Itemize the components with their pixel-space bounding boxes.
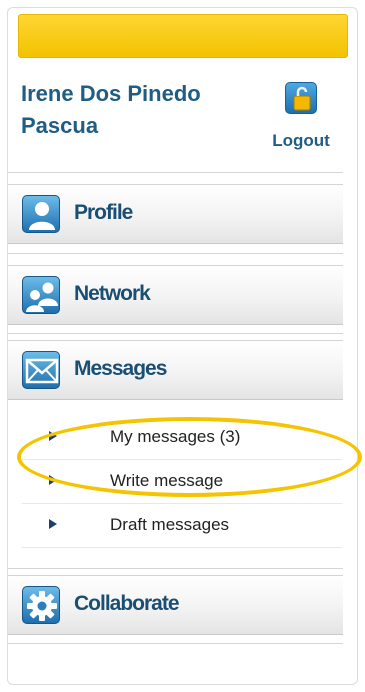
divider — [8, 172, 343, 173]
nav-item-label: Network — [74, 282, 151, 305]
arrow-right-icon — [49, 519, 57, 529]
nav-item-label: Messages — [74, 357, 167, 380]
gear-icon — [22, 586, 60, 624]
submenu-item-my-messages[interactable]: My messages (3) — [22, 418, 342, 460]
top-yellow-bar — [18, 14, 348, 58]
divider — [8, 333, 343, 334]
nav-item-label: Profile — [74, 201, 133, 224]
nav-item-messages[interactable]: Messages — [8, 340, 343, 400]
nav-item-profile[interactable]: Profile — [8, 184, 343, 244]
profile-icon — [22, 195, 60, 233]
logout-icon[interactable] — [285, 82, 317, 114]
submenu-label: Draft messages — [110, 515, 230, 534]
submenu-item-draft-messages[interactable]: Draft messages — [22, 506, 342, 548]
nav-item-collaborate[interactable]: Collaborate — [8, 575, 343, 635]
divider — [8, 568, 343, 569]
submenu-label: Write message — [110, 471, 224, 490]
divider — [8, 253, 343, 254]
arrow-right-icon — [49, 431, 57, 441]
envelope-icon — [22, 351, 60, 389]
nav-item-network[interactable]: Network — [8, 265, 343, 325]
network-icon — [22, 276, 60, 314]
arrow-right-icon — [49, 475, 57, 485]
nav-item-label: Collaborate — [74, 592, 180, 615]
divider — [8, 643, 343, 644]
submenu-label: My messages (3) — [110, 427, 241, 446]
logout-link[interactable]: Logout — [253, 131, 349, 151]
user-name: Irene Dos Pinedo Pascua — [21, 81, 201, 138]
submenu-item-write-message[interactable]: Write message — [22, 462, 342, 504]
